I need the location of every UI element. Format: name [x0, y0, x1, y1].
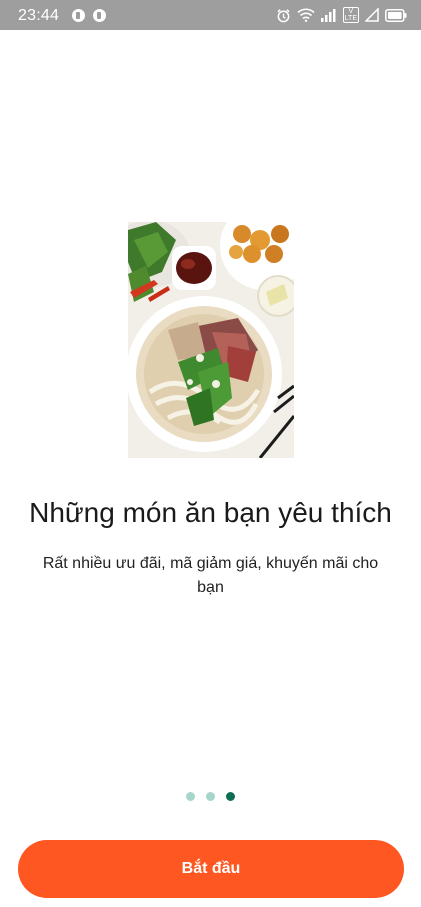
status-time: 23:44 — [18, 7, 60, 24]
volte-label-top: V — [348, 8, 354, 15]
start-button-label: Bắt đầu — [181, 860, 241, 877]
status-icons: V LTE — [276, 7, 407, 23]
wifi-icon — [297, 8, 315, 22]
page-dot-1[interactable] — [186, 792, 195, 801]
onboarding-subtitle: Rất nhiều ưu đãi, mã giảm giá, khuyến mã… — [42, 555, 379, 596]
app-notification-icon — [72, 9, 85, 22]
page-indicator — [0, 792, 421, 801]
pho-bowl-image — [128, 222, 294, 458]
alarm-icon — [276, 8, 291, 23]
volte-label-bottom: LTE — [344, 15, 357, 22]
onboarding-title: Những món ăn bạn yêu thích — [29, 497, 392, 528]
status-bar: 23:44 V LTE — [0, 0, 421, 30]
volte-icon: V LTE — [342, 7, 359, 23]
page-dot-3-active[interactable] — [226, 792, 235, 801]
start-button[interactable]: Bắt đầu — [18, 840, 404, 898]
signal-icon — [320, 8, 337, 22]
signal-empty-icon — [365, 8, 379, 22]
app-notification-icon — [93, 9, 106, 22]
battery-icon — [385, 8, 407, 22]
page-dot-2[interactable] — [206, 792, 215, 801]
